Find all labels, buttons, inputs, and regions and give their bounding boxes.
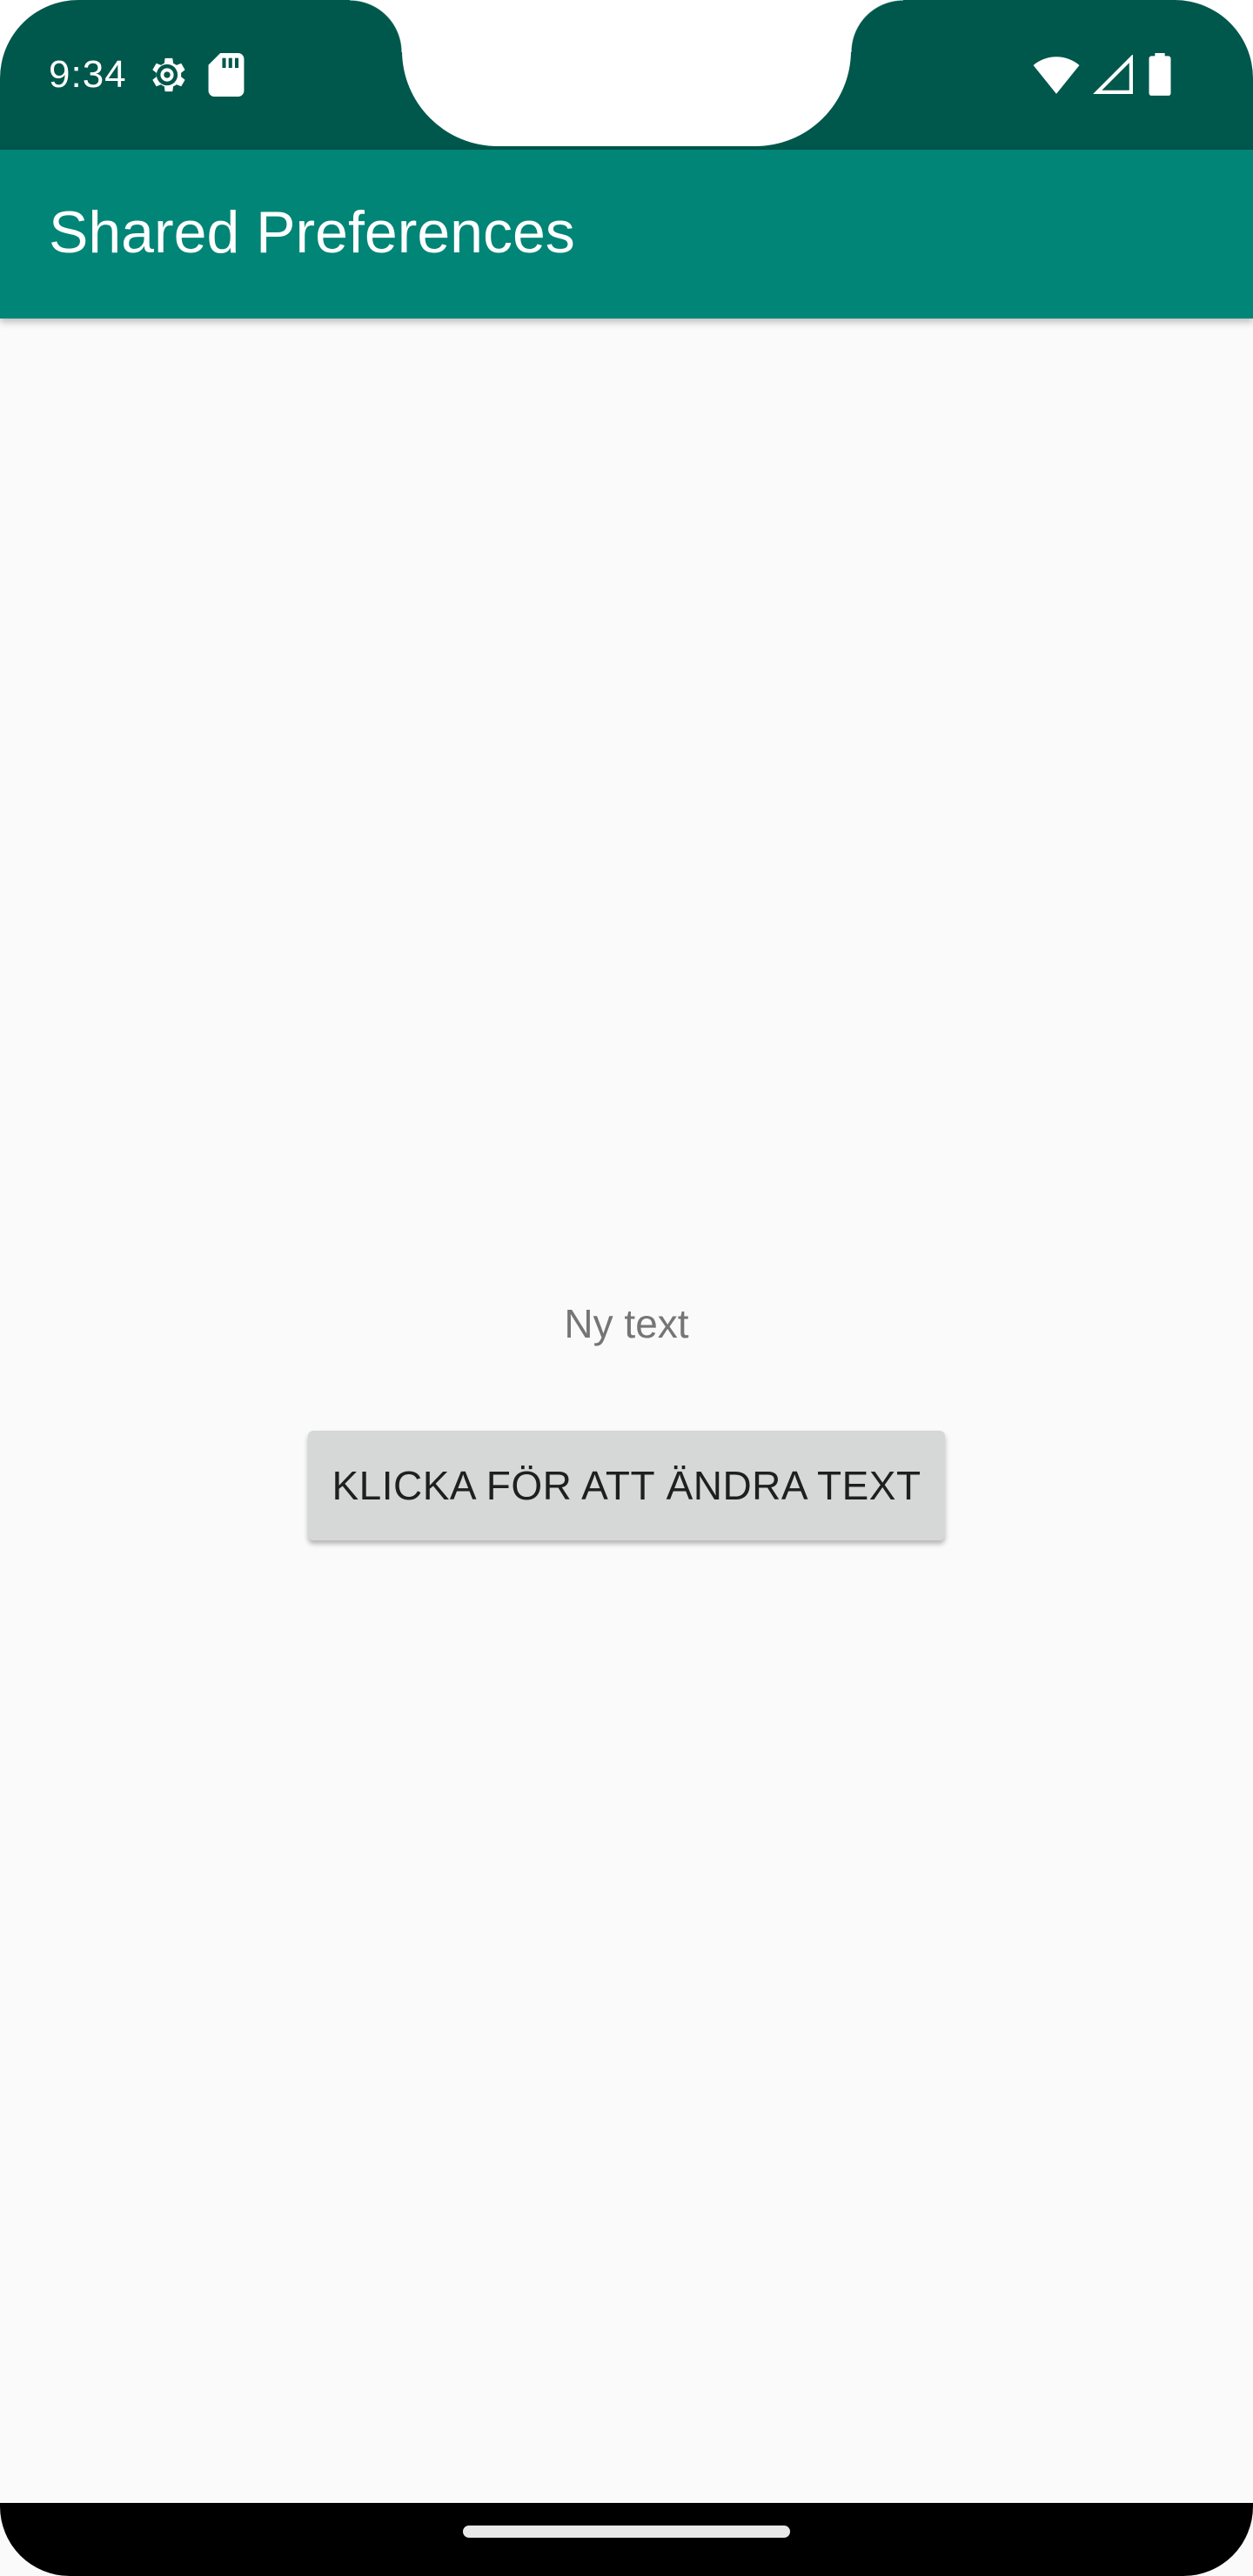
cellular-signal-icon xyxy=(1093,55,1135,95)
status-bar-right xyxy=(1032,52,1173,97)
wifi-icon xyxy=(1032,55,1081,95)
change-text-button[interactable]: KLICKA FÖR ATT ÄNDRA TEXT xyxy=(308,1431,945,1540)
preference-text-label: Ny text xyxy=(564,1301,689,1346)
app-title: Shared Preferences xyxy=(49,199,575,265)
battery-icon xyxy=(1147,53,1173,97)
settings-gear-icon xyxy=(144,52,190,97)
sd-card-icon xyxy=(207,53,245,97)
home-gesture-handle[interactable] xyxy=(463,2526,790,2538)
display-cutout xyxy=(350,0,903,146)
status-bar-left: 9:34 xyxy=(49,49,245,101)
navigation-bar xyxy=(0,2503,1253,2576)
app-screen: 9:34 Shared Preferences Ny text KLICKA F… xyxy=(0,0,1253,2576)
main-content: Ny text KLICKA FÖR ATT ÄNDRA TEXT xyxy=(0,319,1253,2503)
status-time: 9:34 xyxy=(49,53,127,96)
app-bar: Shared Preferences xyxy=(0,150,1253,319)
